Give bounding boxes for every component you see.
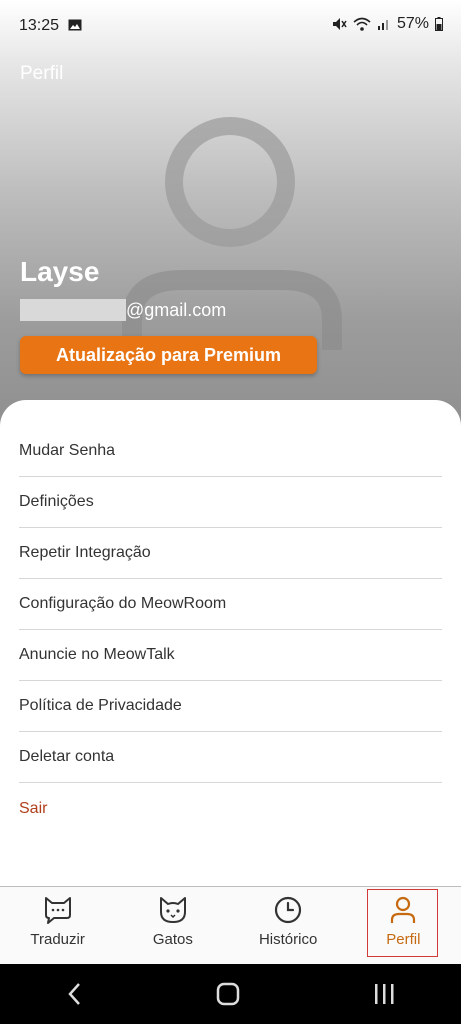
tab-translate[interactable]: Traduzir	[0, 887, 115, 964]
tab-cats[interactable]: Gatos	[115, 887, 230, 964]
tab-cats-label: Gatos	[152, 931, 193, 948]
tab-history-label: Histórico	[258, 931, 318, 948]
email-domain: @gmail.com	[126, 299, 227, 320]
tab-history[interactable]: Histórico	[231, 887, 346, 964]
email-redaction	[20, 299, 126, 321]
page-title: Perfil	[20, 63, 64, 84]
upgrade-premium-button[interactable]: Atualização para Premium	[20, 336, 317, 374]
image-notification-icon	[68, 19, 82, 31]
signal-icon	[377, 20, 388, 30]
back-icon[interactable]	[65, 982, 85, 1006]
cat-chat-icon	[44, 897, 71, 924]
status-bar: 13:25 57%	[0, 0, 461, 52]
menu-item-settings[interactable]: Definições	[19, 477, 442, 528]
cat-face-icon	[159, 897, 186, 923]
home-icon[interactable]	[215, 981, 241, 1007]
status-icons: 57%	[331, 15, 443, 33]
menu-item-meowroom-config[interactable]: Configuração do MeowRoom	[19, 579, 442, 630]
battery-percent: 57%	[396, 15, 429, 32]
profile-header: 13:25 57% Perfil Layse @gmail.com Atuali…	[0, 0, 461, 430]
menu-item-advertise[interactable]: Anuncie no MeowTalk	[19, 630, 442, 681]
tab-translate-label: Traduzir	[30, 931, 85, 948]
system-nav-bar	[0, 964, 461, 1024]
status-time: 13:25	[19, 17, 60, 34]
user-name: Layse	[20, 256, 100, 287]
settings-sheet: Mudar Senha Definições Repetir Integraçã…	[0, 400, 461, 886]
bottom-nav: Traduzir Gatos Histórico Perfil	[0, 886, 461, 964]
menu-item-privacy-policy[interactable]: Política de Privacidade	[19, 681, 442, 732]
mute-icon	[332, 18, 347, 30]
battery-icon	[435, 17, 443, 31]
clock-icon	[275, 896, 302, 924]
menu-item-delete-account[interactable]: Deletar conta	[19, 732, 442, 783]
active-tab-highlight	[367, 889, 438, 957]
recents-icon[interactable]	[372, 983, 396, 1005]
menu-item-repeat-onboarding[interactable]: Repetir Integração	[19, 528, 442, 579]
settings-menu: Mudar Senha Definições Repetir Integraçã…	[19, 426, 442, 834]
menu-item-change-password[interactable]: Mudar Senha	[19, 426, 442, 477]
user-email: @gmail.com	[20, 299, 226, 321]
logout-button[interactable]: Sair	[19, 783, 442, 834]
wifi-icon	[353, 17, 371, 31]
